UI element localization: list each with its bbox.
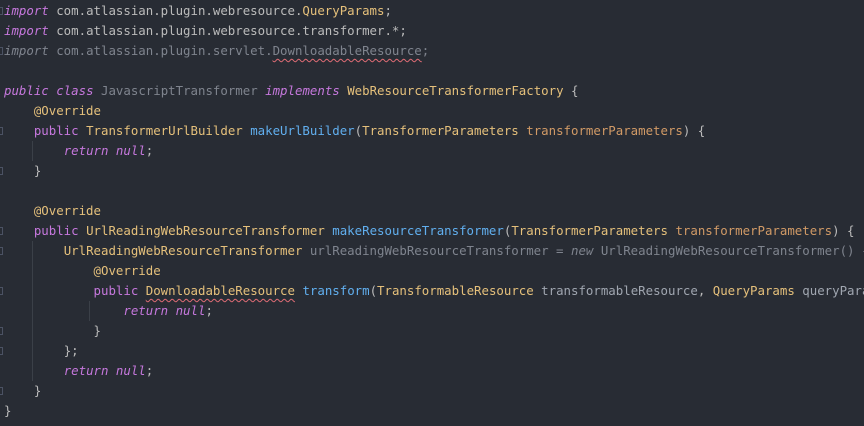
keyword-return: return [123, 303, 169, 318]
keyword-public: public [93, 283, 139, 298]
code-line-20[interactable]: } [0, 381, 864, 401]
keyword-implements: implements [265, 83, 340, 98]
indent-guide [32, 321, 33, 341]
indent-guide [32, 281, 33, 301]
import-path: com.atlassian.plugin.webresource.transfo… [48, 23, 407, 38]
close-brace: } [4, 403, 12, 418]
close-brace: } [93, 323, 101, 338]
code-line-9[interactable]: } [0, 161, 864, 181]
import-class-unresolved: DownloadableResource [272, 43, 422, 58]
param-name: queryParams [802, 283, 864, 298]
fold-marker-icon[interactable] [0, 327, 3, 335]
keyword-null: null [115, 143, 146, 158]
param-name: transformableResource [541, 283, 698, 298]
keyword-return: return [63, 143, 109, 158]
code-line-13[interactable]: UrlReadingWebResourceTransformer urlRead… [0, 241, 864, 261]
indent-guide [32, 241, 33, 261]
keyword-public: public [4, 83, 49, 98]
variable-type: UrlReadingWebResourceTransformer [63, 243, 303, 258]
code-line-7[interactable]: public TransformerUrlBuilder makeUrlBuil… [0, 121, 864, 141]
fold-marker-icon[interactable] [0, 347, 3, 355]
code-line-14[interactable]: @Override [4, 261, 864, 281]
code-line-12[interactable]: public UrlReadingWebResourceTransformer … [0, 221, 864, 241]
close-brace: } [33, 163, 42, 178]
indent-guide [89, 301, 90, 321]
return-type: UrlReadingWebResourceTransformer [86, 223, 325, 238]
interface-name: WebResourceTransformerFactory [347, 83, 564, 98]
semicolon: ; [421, 43, 430, 58]
code-area[interactable]: import com.atlassian.plugin.webresource.… [0, 0, 864, 421]
method-name: makeUrlBuilder [250, 123, 355, 138]
method-name: transform [302, 283, 370, 298]
code-line-18[interactable]: }; [0, 341, 864, 361]
constructor-name: UrlReadingWebResourceTransformer [600, 243, 840, 258]
code-line-16[interactable]: return null; [4, 301, 864, 321]
return-type: TransformerUrlBuilder [86, 123, 243, 138]
param-type: TransformerParameters [511, 223, 668, 238]
keyword-public: public [33, 123, 79, 138]
indent-guide [32, 341, 33, 361]
fold-marker-icon[interactable] [0, 227, 3, 235]
code-line-15[interactable]: public DownloadableResource transform(Tr… [0, 281, 864, 301]
code-line-4[interactable] [4, 61, 864, 81]
param-name: transformerParameters [675, 223, 833, 238]
local-variable: urlReadingWebResourceTransformer [309, 243, 549, 258]
indent-guide [32, 141, 33, 161]
open-brace: { [563, 83, 579, 98]
code-editor[interactable]: import com.atlassian.plugin.webresource.… [0, 0, 864, 426]
annotation-override: @Override [33, 203, 101, 218]
code-line-21[interactable]: } [4, 401, 864, 421]
annotation-override: @Override [93, 263, 161, 278]
code-line-5[interactable]: public class JavascriptTransformer imple… [4, 81, 864, 101]
indent-guide [32, 261, 33, 281]
keyword-import: import [4, 3, 49, 18]
code-line-6[interactable]: @Override [4, 101, 864, 121]
param-name: transformerParameters [526, 123, 683, 138]
keyword-return: return [63, 363, 109, 378]
return-type-unresolved: DownloadableResource [145, 283, 295, 298]
semicolon: ; [384, 3, 392, 18]
keyword-new: new [570, 243, 594, 258]
keyword-null: null [115, 363, 146, 378]
class-name: JavascriptTransformer [101, 83, 258, 98]
fold-marker-icon[interactable] [0, 47, 3, 55]
fold-marker-icon[interactable] [0, 287, 3, 295]
code-line-11[interactable]: @Override [4, 201, 864, 221]
annotation-override: @Override [33, 103, 101, 118]
import-path: com.atlassian.plugin.webresource. [48, 3, 303, 18]
method-name: makeResourceTransformer [332, 223, 504, 238]
keyword-import: import [4, 23, 49, 38]
keyword-import: import [4, 43, 49, 58]
fold-marker-icon[interactable] [0, 127, 3, 135]
code-line-19[interactable]: return null; [4, 361, 864, 381]
keyword-public: public [33, 223, 79, 238]
code-line-10[interactable] [4, 181, 864, 201]
import-class: QueryParams [302, 3, 385, 18]
close-brace: }; [63, 343, 79, 358]
fold-marker-icon[interactable] [0, 167, 3, 175]
code-line-1[interactable]: import com.atlassian.plugin.webresource.… [0, 1, 864, 21]
code-line-8[interactable]: return null; [4, 141, 864, 161]
fold-marker-icon[interactable] [0, 247, 3, 255]
fold-marker-icon[interactable] [0, 387, 3, 395]
param-type: TransformableResource [377, 283, 534, 298]
fold-marker-icon[interactable] [0, 7, 3, 15]
code-line-2[interactable]: import com.atlassian.plugin.webresource.… [4, 21, 864, 41]
code-line-3[interactable]: import com.atlassian.plugin.servlet.Down… [0, 41, 864, 61]
indent-guide [32, 301, 33, 321]
import-path: com.atlassian.plugin.servlet. [48, 43, 273, 58]
close-brace: } [33, 383, 42, 398]
param-type: QueryParams [712, 283, 795, 298]
keyword-null: null [175, 303, 206, 318]
keyword-class: class [56, 83, 94, 98]
indent-guide [32, 361, 33, 381]
param-type: TransformerParameters [362, 123, 519, 138]
code-line-17[interactable]: } [0, 321, 864, 341]
